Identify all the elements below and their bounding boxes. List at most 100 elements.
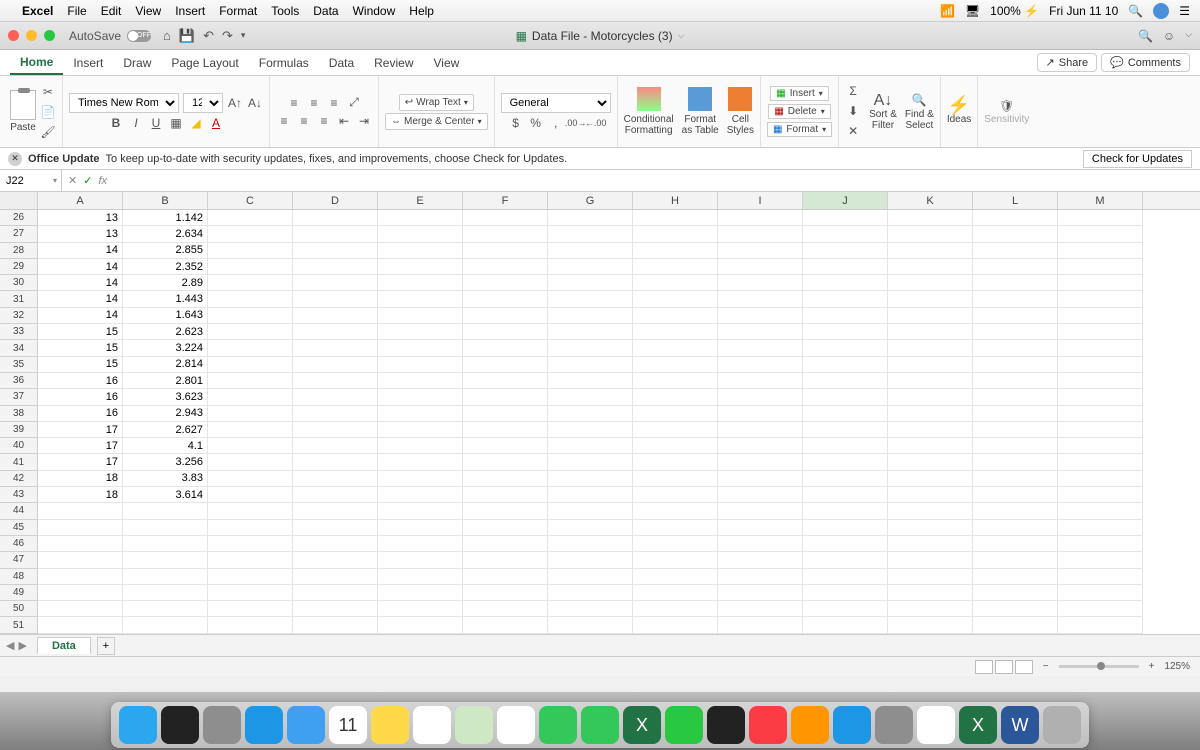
cell[interactable] — [293, 226, 378, 242]
cell[interactable] — [38, 601, 123, 617]
cell[interactable] — [973, 585, 1058, 601]
cell[interactable] — [463, 569, 548, 585]
sensitivity-button[interactable]: 🛡Sensitivity — [984, 98, 1029, 125]
cell[interactable] — [803, 601, 888, 617]
col-header-E[interactable]: E — [378, 192, 463, 209]
dock-word[interactable]: W — [1001, 706, 1039, 744]
cell[interactable]: 3.256 — [123, 454, 208, 470]
cell[interactable] — [718, 520, 803, 536]
zoom-out-button[interactable]: − — [1043, 661, 1049, 672]
cell[interactable] — [1058, 422, 1143, 438]
cell[interactable] — [888, 601, 973, 617]
cell[interactable] — [888, 569, 973, 585]
cell[interactable] — [973, 569, 1058, 585]
cell[interactable]: 2.89 — [123, 275, 208, 291]
cell[interactable] — [1058, 259, 1143, 275]
col-header-I[interactable]: I — [718, 192, 803, 209]
cell[interactable]: 16 — [38, 389, 123, 405]
cell[interactable] — [718, 487, 803, 503]
cell[interactable]: 1.643 — [123, 308, 208, 324]
cell[interactable] — [208, 226, 293, 242]
cell[interactable] — [293, 373, 378, 389]
redo-icon[interactable]: ↷ — [222, 28, 233, 44]
row-header[interactable]: 29 — [0, 259, 38, 275]
zoom-in-button[interactable]: + — [1149, 661, 1155, 672]
cell[interactable] — [378, 471, 463, 487]
cell[interactable] — [718, 585, 803, 601]
row-header[interactable]: 40 — [0, 438, 38, 454]
cell[interactable] — [718, 308, 803, 324]
zoom-window[interactable] — [44, 30, 55, 41]
dock-maps[interactable] — [455, 706, 493, 744]
cell[interactable] — [208, 259, 293, 275]
cell[interactable] — [463, 601, 548, 617]
row-header[interactable]: 38 — [0, 406, 38, 422]
cell[interactable] — [803, 373, 888, 389]
cell[interactable] — [888, 503, 973, 519]
cell[interactable] — [718, 340, 803, 356]
row-header[interactable]: 48 — [0, 569, 38, 585]
cell[interactable] — [973, 357, 1058, 373]
cell[interactable] — [803, 340, 888, 356]
cell[interactable] — [888, 536, 973, 552]
cell[interactable] — [973, 340, 1058, 356]
row-header[interactable]: 47 — [0, 552, 38, 568]
wifi-icon[interactable]: 📶 — [940, 4, 955, 18]
zoom-level[interactable]: 125% — [1164, 661, 1190, 672]
cell[interactable] — [633, 503, 718, 519]
minimize-window[interactable] — [26, 30, 37, 41]
qat-more[interactable]: ▾ — [241, 30, 246, 41]
cell[interactable] — [293, 406, 378, 422]
cell[interactable] — [633, 536, 718, 552]
menu-insert[interactable]: Insert — [175, 4, 205, 18]
dock-settings[interactable] — [875, 706, 913, 744]
cell[interactable] — [208, 471, 293, 487]
document-title[interactable]: ▦ Data File - Motorcycles (3) ⌵ — [516, 29, 685, 43]
select-all-corner[interactable] — [0, 192, 38, 209]
cell[interactable] — [293, 503, 378, 519]
cell[interactable] — [888, 454, 973, 470]
cell[interactable] — [633, 601, 718, 617]
cell[interactable] — [293, 487, 378, 503]
chevron-down-icon[interactable]: ⌵ — [1185, 29, 1192, 43]
fx-icon[interactable]: fx — [98, 175, 107, 187]
dock-excel[interactable]: X — [623, 706, 661, 744]
cell[interactable] — [548, 243, 633, 259]
cell[interactable]: 14 — [38, 291, 123, 307]
cell[interactable] — [1058, 552, 1143, 568]
cell[interactable] — [633, 569, 718, 585]
dock-calendar[interactable]: 11 — [329, 706, 367, 744]
sheet-nav-prev[interactable]: ◀ — [6, 639, 14, 652]
cell[interactable]: 3.623 — [123, 389, 208, 405]
cell[interactable] — [548, 471, 633, 487]
cell[interactable] — [803, 308, 888, 324]
cell[interactable] — [378, 340, 463, 356]
cell[interactable] — [463, 454, 548, 470]
cell[interactable] — [633, 210, 718, 226]
row-header[interactable]: 32 — [0, 308, 38, 324]
cell[interactable] — [633, 487, 718, 503]
decrease-font-icon[interactable]: A↓ — [247, 95, 263, 111]
delete-cells-button[interactable]: ▦Delete▾ — [768, 104, 830, 119]
cell[interactable] — [293, 259, 378, 275]
dock-notes[interactable] — [371, 706, 409, 744]
cell[interactable] — [548, 259, 633, 275]
cell[interactable] — [548, 536, 633, 552]
cell[interactable] — [38, 552, 123, 568]
cell[interactable] — [803, 487, 888, 503]
cell[interactable] — [378, 291, 463, 307]
align-center-icon[interactable]: ≡ — [296, 113, 312, 129]
cell[interactable] — [548, 340, 633, 356]
cell[interactable] — [633, 552, 718, 568]
cell[interactable] — [633, 585, 718, 601]
app-menu[interactable]: Excel — [22, 4, 53, 18]
tab-draw[interactable]: Draw — [113, 50, 161, 75]
cell[interactable] — [293, 536, 378, 552]
cell[interactable] — [718, 503, 803, 519]
cell[interactable] — [973, 503, 1058, 519]
cell[interactable]: 2.352 — [123, 259, 208, 275]
cell[interactable] — [378, 487, 463, 503]
cell[interactable] — [463, 552, 548, 568]
cell[interactable] — [548, 601, 633, 617]
cell[interactable] — [208, 291, 293, 307]
